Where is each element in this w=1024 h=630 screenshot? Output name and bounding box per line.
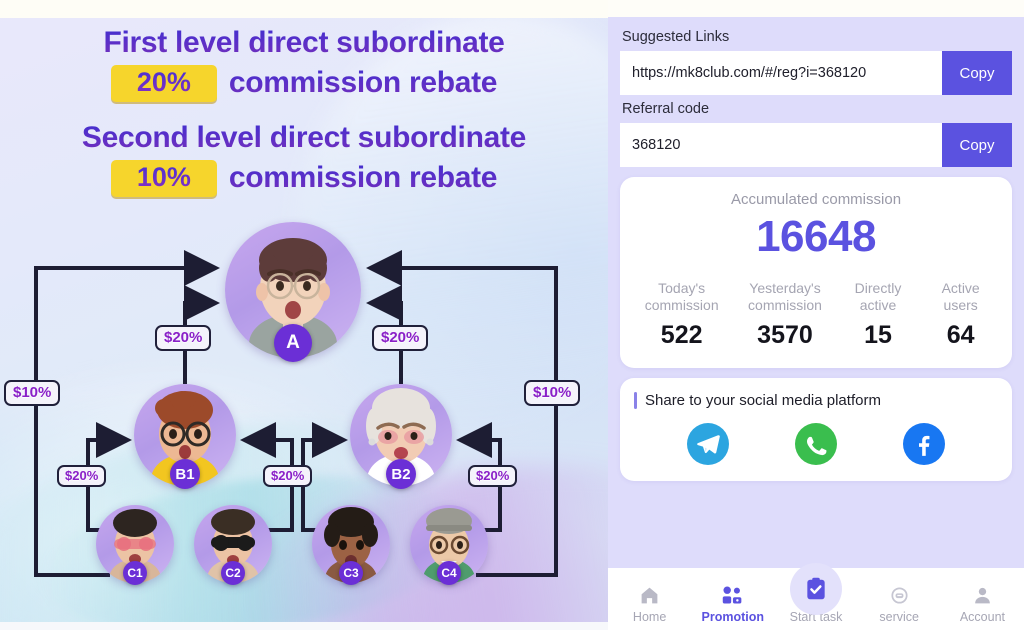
stat-value-todays-commission: 522 — [660, 321, 703, 350]
person-icon — [972, 584, 993, 608]
facebook-icon[interactable] — [903, 423, 945, 466]
tree-node-c1[interactable]: C1 — [96, 505, 174, 585]
start-task-notch — [790, 562, 842, 615]
telegram-icon[interactable] — [687, 423, 729, 466]
nav-item-account[interactable]: Account — [941, 584, 1024, 630]
promo-line-2b: commission rebate — [229, 159, 498, 197]
home-icon — [639, 584, 660, 608]
bottom-navigation: Home Promotion Start task service Accoun… — [608, 562, 1024, 630]
promo-percent-1: 20% — [136, 67, 191, 98]
rate-badge-c3-to-b2: $20% — [468, 465, 518, 487]
promo-line-2: Second level direct subordinate — [0, 119, 608, 157]
node-badge-b2: B2 — [386, 459, 416, 489]
tree-node-c3[interactable]: C3 — [312, 505, 390, 585]
node-badge-c3: C3 — [339, 561, 363, 585]
nav-item-start-task[interactable]: Start task — [774, 562, 857, 630]
accumulated-commission-value: 16648 — [756, 212, 876, 261]
tree-node-c4[interactable]: C4 — [410, 505, 488, 585]
rate-badge-c1-to-b1: $20% — [57, 465, 107, 487]
promo-line-1b: commission rebate — [229, 64, 498, 102]
share-card: Share to your social media platform — [620, 378, 1012, 482]
share-accent-bar — [634, 392, 637, 410]
whatsapp-icon[interactable] — [795, 423, 837, 466]
copy-link-button[interactable]: Copy — [942, 51, 1012, 95]
nav-item-service[interactable]: service — [858, 584, 941, 630]
node-badge-c4: C4 — [437, 561, 461, 585]
promo-line-1: First level direct subordinate — [0, 24, 608, 62]
promo-percent-chip-2: 10% — [110, 159, 217, 197]
stat-label-line2: users — [943, 297, 978, 314]
referral-link-input[interactable]: https://mk8club.com/#/reg?i=368120 — [620, 51, 942, 95]
tree-node-b1[interactable]: B1 — [134, 384, 236, 489]
stat-label-line2: commission — [748, 297, 822, 314]
suggested-link-row: https://mk8club.com/#/reg?i=368120 Copy — [620, 51, 1012, 95]
commission-stats: Today's commission 522 Yesterday's commi… — [630, 280, 1002, 350]
stat-todays-commission: Today's commission 522 — [630, 280, 733, 350]
copy-code-button[interactable]: Copy — [942, 123, 1012, 167]
nav-item-home[interactable]: Home — [608, 584, 691, 630]
referral-code-input[interactable]: 368120 — [620, 123, 942, 167]
accumulated-commission-label: Accumulated commission — [730, 191, 902, 208]
stat-value-active-users: 64 — [946, 321, 975, 350]
nav-label-promotion: Promotion — [701, 609, 765, 624]
people-icon — [721, 584, 744, 608]
promo-panel: First level direct subordinate 20% commi… — [0, 0, 608, 630]
referral-code-row: 368120 Copy — [620, 123, 1012, 167]
referral-panel: Suggested Links https://mk8club.com/#/re… — [608, 0, 1024, 630]
social-share-buttons — [634, 423, 998, 466]
stat-active-users: Active users 64 — [919, 280, 1002, 350]
promo-percent-2: 10% — [136, 161, 191, 192]
rate-badge-c2-to-b1: $20% — [263, 465, 313, 487]
share-title: Share to your social media platform — [645, 392, 881, 410]
panel-top-strip — [608, 0, 1024, 17]
rate-badge-left-second-level: $10% — [4, 380, 61, 406]
stat-label-line1: Today's — [658, 280, 706, 296]
promo-percent-chip-1: 20% — [110, 65, 217, 103]
nav-label-service: service — [879, 609, 919, 624]
tree-node-a[interactable]: A — [225, 222, 361, 362]
rate-badge-right-second-level: $10% — [524, 380, 581, 406]
nav-label-account: Account — [959, 609, 1005, 624]
app-screen: First level direct subordinate 20% commi… — [0, 0, 1024, 630]
stat-yesterdays-commission: Yesterday's commission 3570 — [733, 280, 836, 350]
node-badge-c1: C1 — [123, 561, 147, 585]
suggested-links-label: Suggested Links — [622, 29, 730, 45]
stat-label-line2: active — [859, 297, 897, 314]
stat-value-directly-active: 15 — [864, 321, 892, 350]
commission-card: Accumulated commission 16648 Today's com… — [620, 177, 1012, 369]
clipboard-check-icon — [807, 577, 825, 599]
stat-directly-active: Directly active 15 — [837, 280, 920, 350]
stat-label-line2: commission — [644, 297, 719, 314]
tree-node-c2[interactable]: C2 — [194, 505, 272, 585]
stat-label-line1: Directly — [854, 280, 902, 296]
node-badge-c2: C2 — [221, 561, 245, 585]
rate-badge-b1-to-a: $20% — [155, 325, 212, 351]
tree-node-b2[interactable]: B2 — [350, 384, 452, 489]
stat-label-line1: Yesterday's — [749, 280, 821, 296]
nav-label-home: Home — [632, 609, 667, 624]
stat-value-yesterdays-commission: 3570 — [757, 321, 813, 350]
promo-headline: First level direct subordinate 20% commi… — [0, 24, 608, 198]
node-badge-a: A — [274, 324, 312, 362]
stat-label-line1: Active — [941, 280, 980, 296]
node-badge-b1: B1 — [170, 459, 200, 489]
nav-item-promotion[interactable]: Promotion — [691, 584, 774, 630]
support-icon — [889, 584, 910, 608]
rate-badge-b2-to-a: $20% — [372, 325, 429, 351]
referral-code-label: Referral code — [622, 101, 710, 117]
